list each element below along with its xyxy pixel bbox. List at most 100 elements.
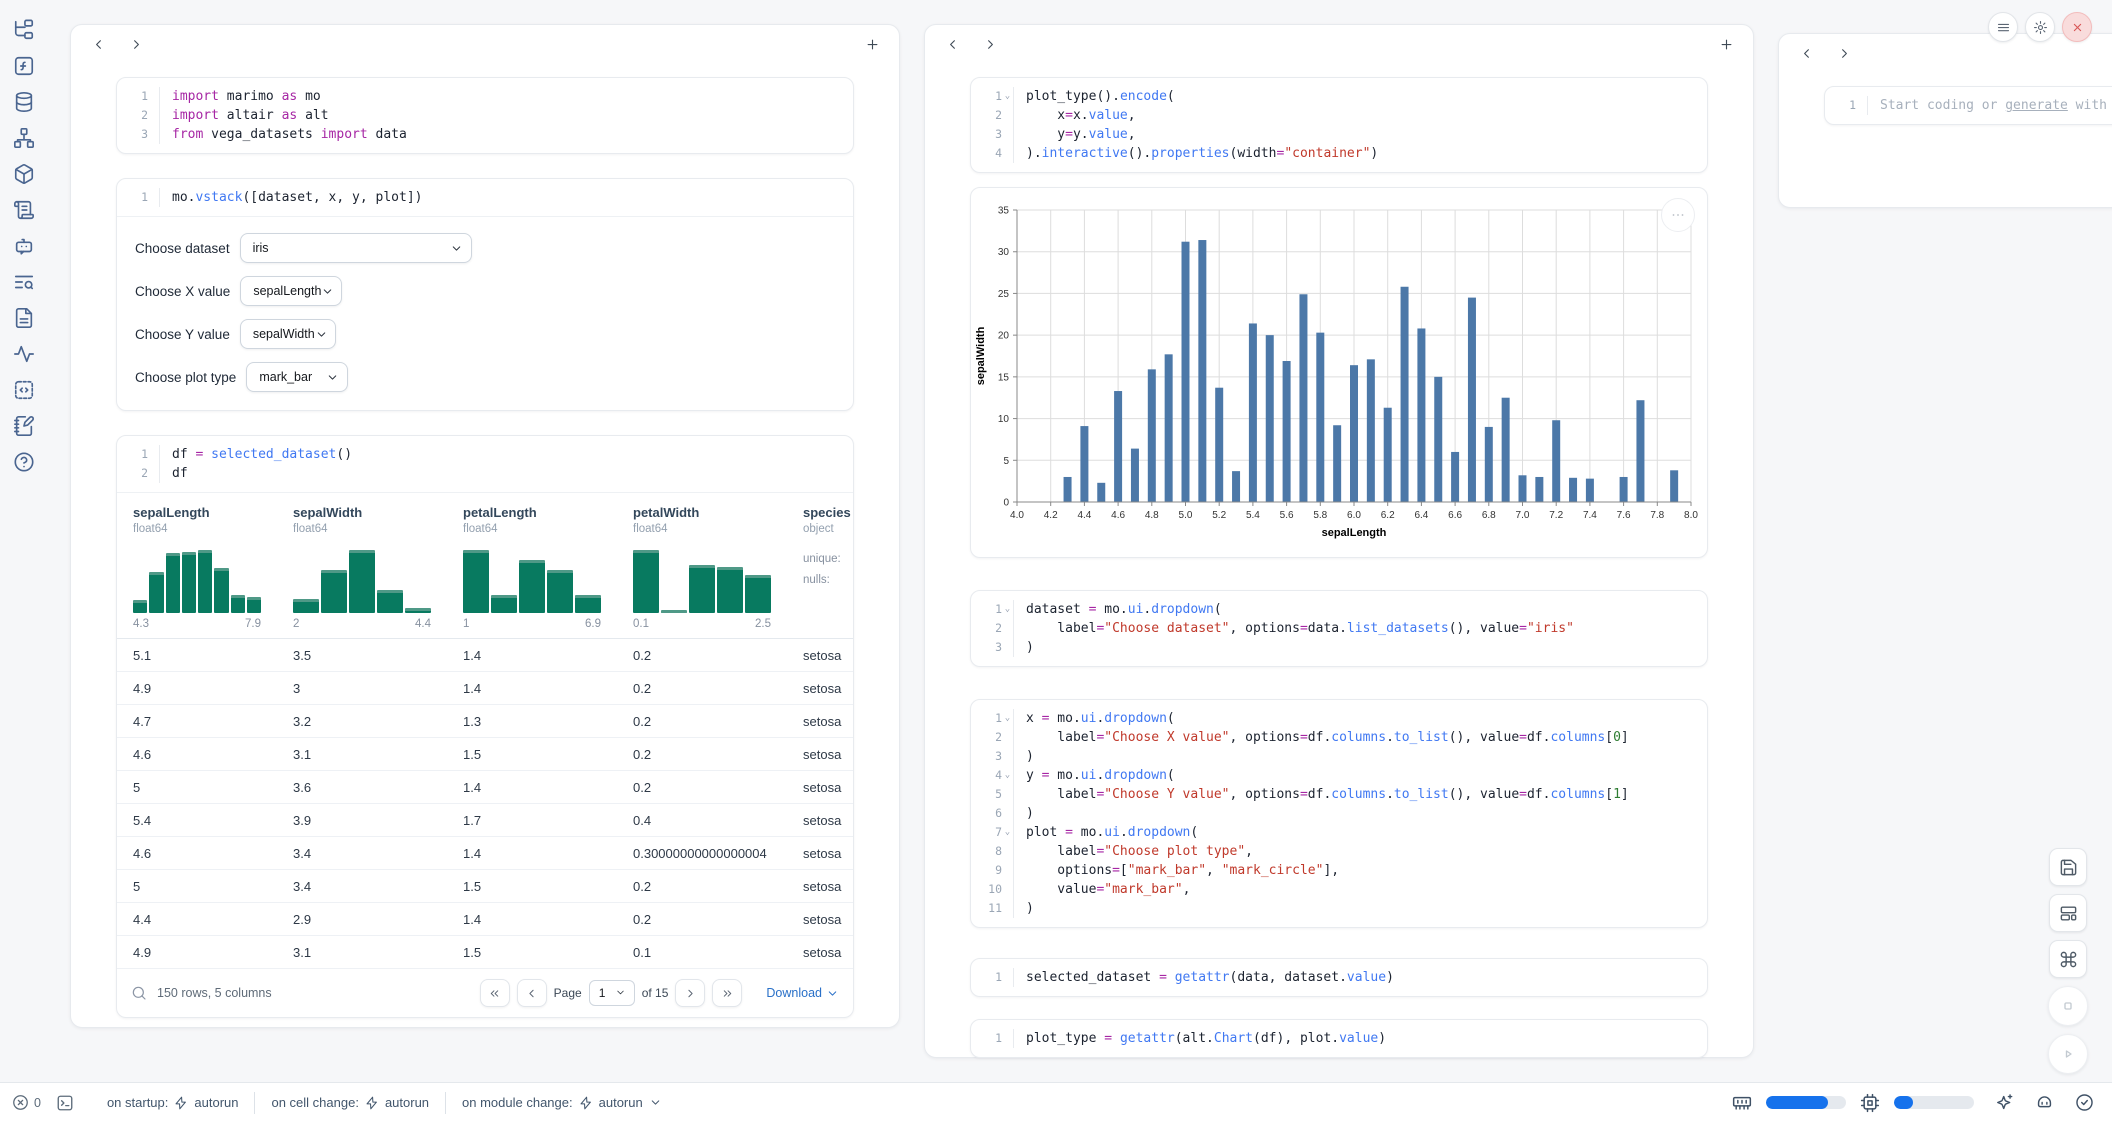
runtime-setting[interactable]: on startup:autorun [91,1092,255,1114]
bar-chart[interactable]: 051015202530354.04.24.44.64.85.05.25.45.… [971,196,1707,549]
file-tree-icon[interactable] [13,19,35,41]
table-cell: 3.2 [277,714,447,729]
terminal-button[interactable] [53,1091,77,1115]
notebook-icon[interactable] [13,415,35,437]
memory-icon [1732,1093,1752,1113]
runtime-setting[interactable]: on cell change:autorun [254,1092,445,1114]
function-icon[interactable] [13,55,35,77]
menu-button[interactable] [1988,12,2018,42]
fold-chevron-icon[interactable]: ⌄ [1002,709,1013,728]
next-page-button[interactable] [675,979,705,1007]
code-editor-imports[interactable]: 1 import marimo as mo2 import altair as … [117,78,853,153]
column-range: 0.12.5 [633,618,771,630]
x-value-select[interactable]: sepalLength [240,276,342,306]
chart-menu-button[interactable] [1661,198,1695,232]
code-line: 2 import altair as alt [117,106,853,125]
chevron-right-icon[interactable] [125,33,147,55]
cell-empty-ai: 1 Start coding or generate with AI. [1824,86,2112,125]
scratchpad-icon[interactable] [13,199,35,221]
chevron-left-icon[interactable] [941,33,963,55]
code-line: 8 label="Choose plot type", [971,842,1707,861]
fold-chevron-icon[interactable]: ⌄ [1002,600,1013,619]
table-cell: 3.1 [277,747,447,762]
fold-chevron-icon[interactable]: ⌄ [1002,766,1013,785]
help-icon[interactable] [13,451,35,473]
table-cell: 4.6 [117,846,277,861]
dataset-select[interactable]: iris [240,233,472,263]
chevron-left-icon[interactable] [87,33,109,55]
error-indicator[interactable]: 0 [12,1094,41,1111]
y-value-select[interactable]: sepalWidth [240,319,336,349]
line-number: 2 [117,106,159,125]
line-number: 10 [971,880,1013,899]
column-header-sepalLength[interactable]: sepalLengthfloat644.37.9 [117,493,277,638]
chevron-right-icon[interactable] [979,33,1001,55]
connection-status-button[interactable] [2074,1093,2094,1113]
column-header-petalWidth[interactable]: petalWidthfloat640.12.5 [617,493,787,638]
tracing-icon[interactable] [13,343,35,365]
download-button[interactable]: Download [766,986,839,1000]
code-editor-xyplot[interactable]: 1⌄x = mo.ui.dropdown(2 label="Choose X v… [971,700,1707,927]
packages-icon[interactable] [13,163,35,185]
runtime-setting[interactable]: on module change:autorun [445,1092,678,1114]
code-editor-df[interactable]: 1 df = selected_dataset()2 df [117,436,853,492]
first-page-button[interactable] [480,979,510,1007]
column-title: species [803,505,837,520]
database-icon[interactable] [13,91,35,113]
code-line: 1 df = selected_dataset() [117,445,853,464]
run-button[interactable] [2048,1034,2088,1074]
close-button[interactable] [2062,12,2092,42]
fold-spacer [148,464,159,483]
prev-page-button[interactable] [517,979,547,1007]
cell-xy-plot-dropdowns: 1⌄x = mo.ui.dropdown(2 label="Choose X v… [970,699,1708,928]
fold-spacer [1002,747,1013,766]
chevron-right-icon[interactable] [1833,42,1855,64]
line-number: 1 [971,968,1013,987]
settings-button[interactable] [2025,12,2055,42]
layout-button[interactable] [2049,894,2087,932]
fold-chevron-icon[interactable]: ⌄ [1002,823,1013,842]
code-text: y=y.value, [1013,125,1707,144]
add-cell-button[interactable] [1715,33,1737,55]
table-cell: 1.4 [447,648,617,663]
svg-text:4.0: 4.0 [1010,510,1024,521]
last-page-button[interactable] [712,979,742,1007]
stop-button[interactable] [2048,986,2088,1026]
fold-spacer [1002,125,1013,144]
runtime-settings: on startup:autorunon cell change:autorun… [91,1083,678,1122]
code-editor-selected[interactable]: 1 selected_dataset = getattr(data, datas… [971,959,1707,996]
ai-placeholder-editor[interactable]: 1 Start coding or generate with AI. [1825,87,2112,124]
line-number: 4⌄ [971,766,1013,785]
copilot-button[interactable] [2034,1093,2054,1113]
error-count: 0 [34,1096,41,1110]
documentation-icon[interactable] [13,307,35,329]
page-select[interactable]: 1 [589,980,635,1006]
chevron-left-icon[interactable] [1795,42,1817,64]
plot-type-select[interactable]: mark_bar [246,362,348,392]
svg-text:7.0: 7.0 [1516,510,1530,521]
search-icon[interactable] [131,985,147,1001]
add-cell-button[interactable] [861,33,883,55]
histogram-bar [491,595,517,613]
code-editor-dataset[interactable]: 1⌄dataset = mo.ui.dropdown(2 label="Choo… [971,591,1707,666]
command-palette-button[interactable] [2049,940,2087,978]
ai-sparkles-button[interactable] [1994,1093,2014,1113]
fold-chevron-icon[interactable]: ⌄ [1002,87,1013,106]
code-line: 1 Start coding or generate with AI. [1825,96,2112,115]
dependency-graph-icon[interactable] [13,127,35,149]
code-editor-plottype[interactable]: 1 plot_type = getattr(alt.Chart(df), plo… [971,1020,1707,1057]
column-header-petalLength[interactable]: petalLengthfloat6416.9 [447,493,617,638]
snippets-icon[interactable] [13,379,35,401]
plot-type-selected-value: mark_bar [259,370,312,384]
table-cell: 1.4 [447,780,617,795]
code-text: x = mo.ui.dropdown( [1013,709,1707,728]
logs-search-icon[interactable] [13,271,35,293]
code-editor-vstack[interactable]: 1 mo.vstack([dataset, x, y, plot]) [117,179,853,216]
column-header-sepalWidth[interactable]: sepalWidthfloat6424.4 [277,493,447,638]
code-text: mo.vstack([dataset, x, y, plot]) [159,188,853,207]
ai-chat-icon[interactable] [13,235,35,257]
chevron-down-icon [615,987,628,1000]
column-header-species[interactable]: speciesobjectunique:nulls: [787,493,853,638]
code-editor-encode[interactable]: 1⌄plot_type().encode(2 x=x.value,3 y=y.v… [971,78,1707,172]
save-button[interactable] [2049,848,2087,886]
